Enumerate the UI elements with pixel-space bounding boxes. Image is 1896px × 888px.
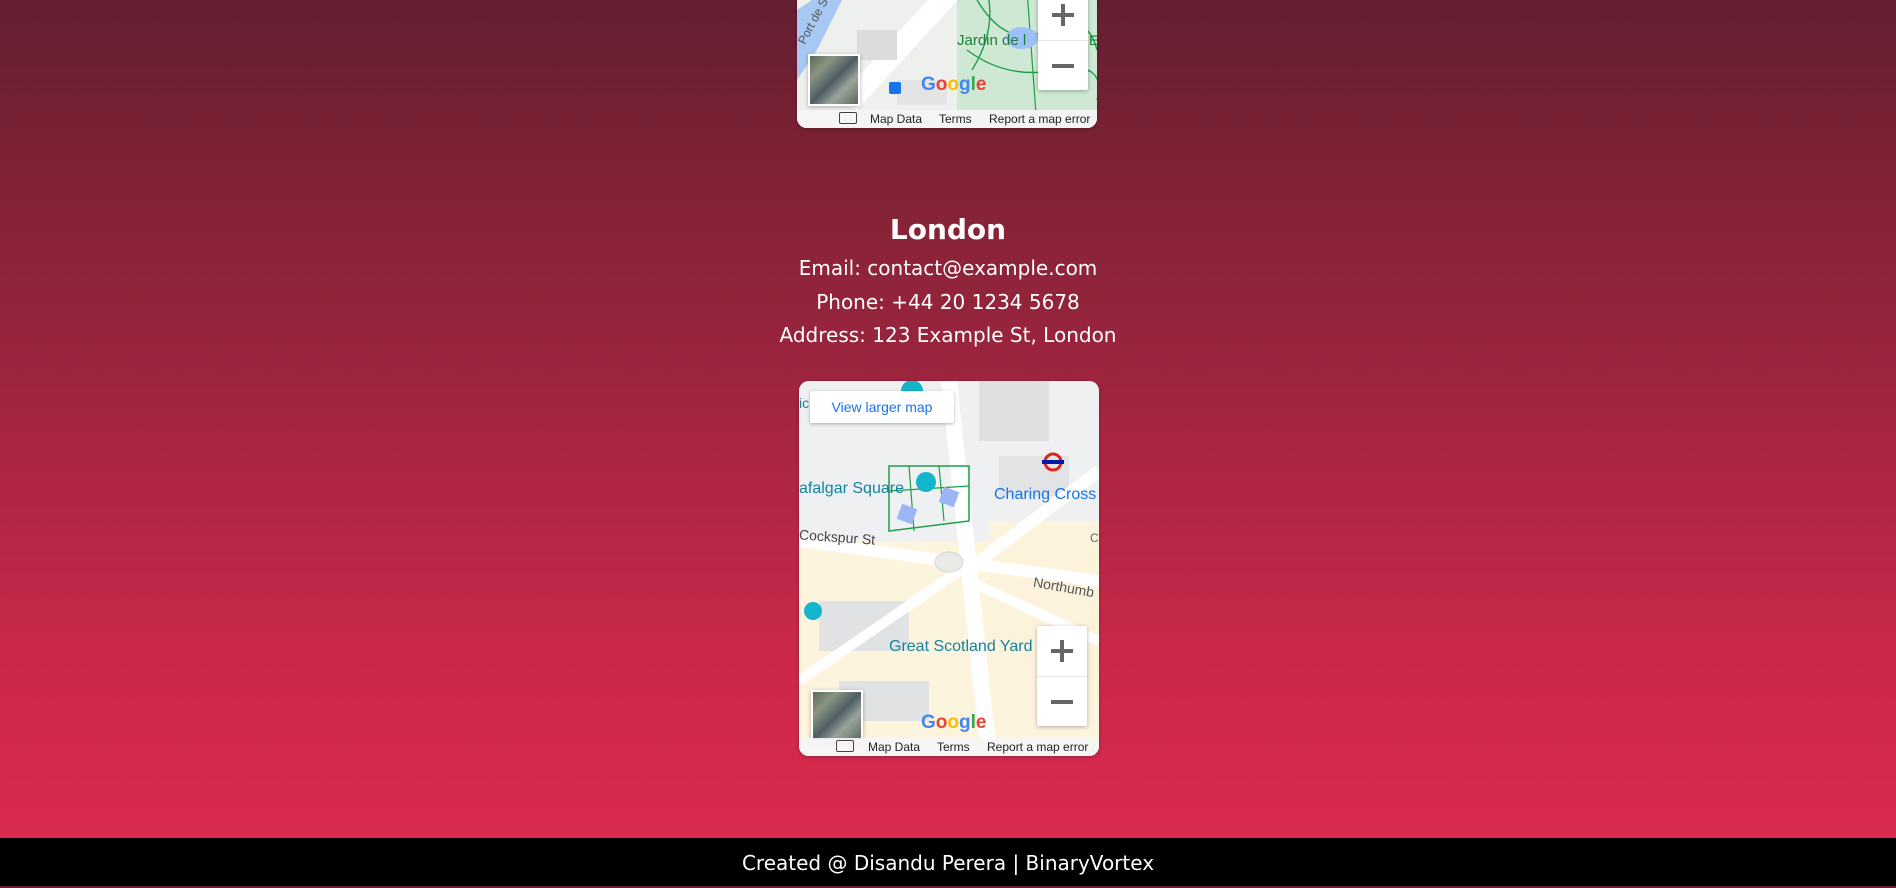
terms-link[interactable]: Terms	[939, 112, 972, 126]
edge-label: ic	[799, 395, 810, 411]
charing-c-label: C	[1090, 531, 1099, 545]
office-address: Address: 123 Example St, London	[779, 323, 1117, 347]
keyboard-icon[interactable]	[836, 740, 854, 752]
zoom-out-button[interactable]	[1037, 676, 1087, 727]
zoom-out-button[interactable]	[1038, 40, 1088, 91]
office-phone: Phone: +44 20 1234 5678	[816, 290, 1080, 314]
google-logo: Google	[921, 74, 987, 95]
zoom-in-button[interactable]	[1037, 626, 1087, 676]
keyboard-icon[interactable]	[839, 112, 857, 124]
map-embed-paris[interactable]: Port de Suffren Jardin de l E Google Map…	[797, 0, 1097, 128]
google-logo: Google	[921, 712, 987, 733]
satellite-toggle[interactable]	[808, 54, 860, 106]
zoom-in-button[interactable]	[1038, 0, 1088, 40]
great-scotland-yard-label: Great Scotland Yard	[889, 638, 1033, 655]
map-attribution: Map Data Terms Report a map error	[797, 110, 1097, 128]
footer-credit: Created @ Disandu Perera | BinaryVortex	[741, 851, 1155, 875]
map-data-link[interactable]: Map Data	[868, 740, 920, 754]
minus-icon	[1052, 64, 1074, 68]
report-error-link[interactable]: Report a map error	[987, 740, 1088, 754]
zoom-controls	[1037, 626, 1087, 726]
terms-link[interactable]: Terms	[937, 740, 970, 754]
map-embed-london[interactable]: View larger map ic afalgar Square Charin…	[799, 381, 1099, 756]
office-name: London	[889, 213, 1007, 246]
view-larger-map-link[interactable]: View larger map	[810, 391, 954, 423]
charing-cross-label: Charing Cross	[994, 486, 1097, 503]
satellite-toggle[interactable]	[811, 690, 863, 742]
site-footer: Created @ Disandu Perera | BinaryVortex	[0, 838, 1896, 886]
map-data-link[interactable]: Map Data	[870, 112, 922, 126]
trafalgar-square-label: afalgar Square	[799, 480, 904, 497]
park-label-extra: E	[1089, 32, 1097, 48]
zoom-controls	[1038, 0, 1088, 90]
office-email: Email: contact@example.com	[798, 256, 1098, 280]
map-attribution: Map Data Terms Report a map error	[799, 738, 1099, 756]
minus-icon	[1051, 700, 1073, 704]
report-error-link[interactable]: Report a map error	[989, 112, 1090, 126]
park-label: Jardin de l	[957, 32, 1027, 49]
